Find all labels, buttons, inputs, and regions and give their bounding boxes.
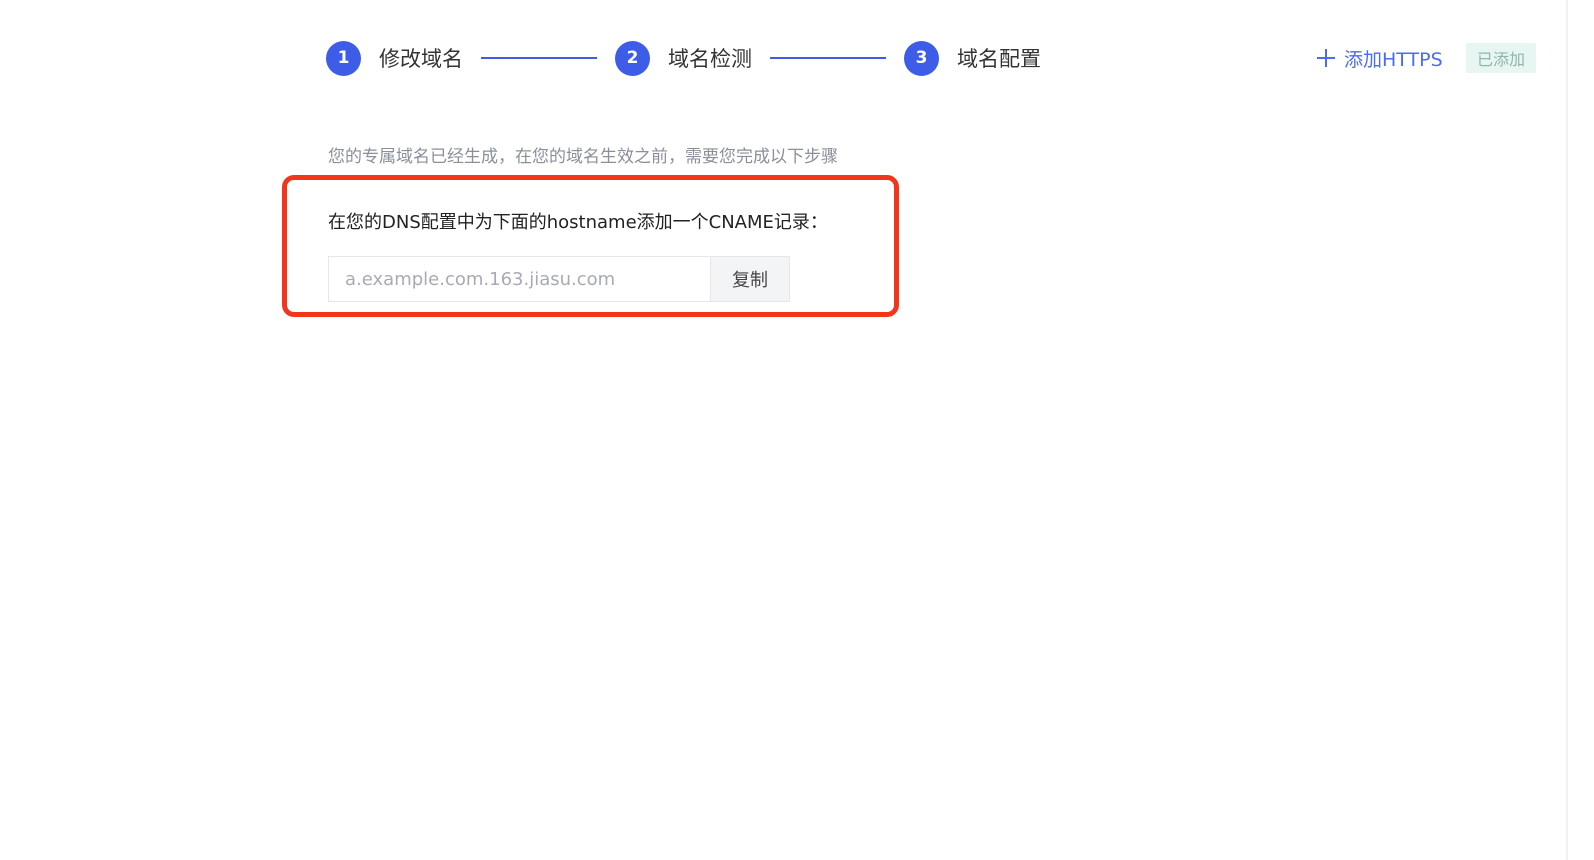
step-connector-2 [770,57,886,59]
plus-icon [1316,48,1336,68]
copy-button[interactable]: 复制 [710,256,790,302]
step-connector-1 [481,57,597,59]
step-2: 2 域名检测 [615,40,752,76]
step-1-number: 1 [326,40,361,76]
add-https-label: 添加HTTPS [1344,48,1443,71]
cname-instruction: 在您的DNS配置中为下面的hostname添加一个CNAME记录： [328,212,828,233]
added-status-badge: 已添加 [1466,43,1536,73]
intro-text: 您的专属域名已经生成，在您的域名生效之前，需要您完成以下步骤 [328,147,838,167]
step-2-label: 域名检测 [668,47,752,71]
step-3-label: 域名配置 [957,47,1041,71]
step-2-number: 2 [615,40,650,76]
step-1: 1 修改域名 [326,40,463,76]
step-3-number: 3 [904,40,939,76]
step-1-label: 修改域名 [379,47,463,71]
hostname-input[interactable] [328,256,710,302]
step-3: 3 域名配置 [904,40,1041,76]
hostname-copy-group: 复制 [328,256,790,302]
stepper: 1 修改域名 2 域名检测 3 域名配置 [326,40,1041,76]
window-edge-divider [1566,0,1568,860]
domain-config-page: 1 修改域名 2 域名检测 3 域名配置 添加HTTPS 已添加 您的专属域名已… [0,0,1594,860]
add-https-button[interactable]: 添加HTTPS [1316,44,1443,72]
